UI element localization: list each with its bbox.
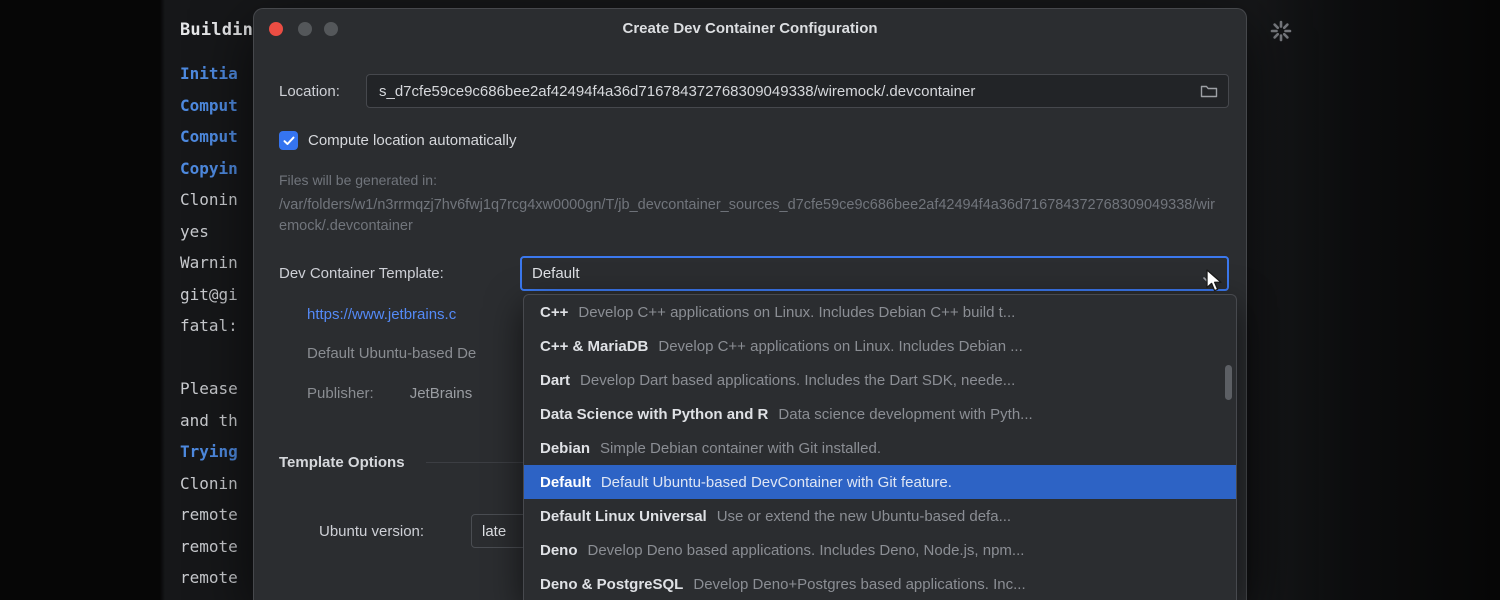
publisher-value: JetBrains: [410, 385, 473, 402]
location-row: Location:: [279, 73, 1229, 109]
console-line: git@gi: [180, 279, 256, 311]
template-option[interactable]: C++ Develop C++ applications on Linux. I…: [524, 295, 1236, 329]
console-line: remote: [180, 499, 256, 531]
console-lines: Initia Comput Comput Copyin Clonin yes W…: [180, 58, 256, 594]
dialog-title: Create Dev Container Configuration: [254, 9, 1246, 49]
location-input[interactable]: [377, 82, 1192, 101]
option-name: Deno & PostgreSQL: [540, 576, 683, 593]
compute-location-row: Compute location automatically: [279, 131, 516, 150]
template-option[interactable]: Deno & PostgreSQL Develop Deno+Postgres …: [524, 567, 1236, 600]
option-desc: Simple Debian container with Git install…: [600, 440, 881, 457]
console-output[interactable]: Buildin Initia Comput Comput Copyin Clon…: [180, 20, 256, 595]
screen: Buildin Initia Comput Comput Copyin Clon…: [0, 0, 1500, 600]
option-name: Default Linux Universal: [540, 508, 707, 525]
generated-note: Files will be generated in:: [279, 172, 437, 188]
option-desc: Develop C++ applications on Linux. Inclu…: [578, 304, 1015, 321]
template-row: Dev Container Template: Default: [279, 255, 1229, 291]
option-desc: Develop Dart based applications. Include…: [580, 372, 1015, 389]
option-desc: Develop C++ applications on Linux. Inclu…: [658, 338, 1022, 355]
publisher-label: Publisher:: [307, 385, 374, 402]
console-line: and th: [180, 405, 256, 437]
option-desc: Develop Deno+Postgres based applications…: [693, 576, 1025, 593]
option-name: C++: [540, 304, 568, 321]
option-name: Debian: [540, 440, 590, 457]
option-name: C++ & MariaDB: [540, 338, 648, 355]
option-name: Dart: [540, 372, 570, 389]
console-line: Initia: [180, 58, 256, 90]
console-title: Buildin: [180, 20, 256, 40]
option-name: Deno: [540, 542, 578, 559]
console-line: Trying: [180, 436, 256, 468]
template-option[interactable]: Default Linux Universal Use or extend th…: [524, 499, 1236, 533]
generated-path: /var/folders/w1/n3rrmqzj7hv6fwj1q7rcg4xw…: [279, 195, 1216, 237]
console-line: Clonin: [180, 184, 256, 216]
location-field: [366, 74, 1229, 108]
template-option[interactable]: Deno Develop Deno based applications. In…: [524, 533, 1236, 567]
console-line: Warnin: [180, 247, 256, 279]
dialog-titlebar: Create Dev Container Configuration: [254, 9, 1246, 49]
folder-icon[interactable]: [1200, 84, 1218, 98]
ubuntu-version-value: late: [482, 523, 506, 540]
template-option-selected[interactable]: Default Default Ubuntu-based DevContaine…: [524, 465, 1236, 499]
minimize-button[interactable]: [298, 22, 312, 36]
compute-location-label: Compute location automatically: [308, 132, 516, 149]
option-desc: Use or extend the new Ubuntu-based defa.…: [717, 508, 1011, 525]
template-options-header: Template Options: [279, 454, 405, 471]
console-line: Please: [180, 373, 256, 405]
template-option[interactable]: C++ & MariaDB Develop C++ applications o…: [524, 329, 1236, 363]
console-line: yes: [180, 216, 256, 248]
ubuntu-version-label: Ubuntu version:: [319, 523, 459, 540]
console-line: Comput: [180, 121, 256, 153]
mouse-cursor: [1205, 269, 1227, 298]
template-dropdown-popup: C++ Develop C++ applications on Linux. I…: [523, 294, 1237, 600]
console-line: remote: [180, 562, 256, 594]
option-name: Data Science with Python and R: [540, 406, 768, 423]
compute-location-checkbox[interactable]: [279, 131, 298, 150]
template-selected-value: Default: [532, 265, 1203, 282]
option-desc: Default Ubuntu-based DevContainer with G…: [601, 474, 952, 491]
template-combobox[interactable]: Default: [520, 256, 1229, 291]
loading-spinner-icon: [1269, 19, 1293, 43]
console-line: Clonin: [180, 468, 256, 500]
option-name: Default: [540, 474, 591, 491]
template-option[interactable]: Debian Simple Debian container with Git …: [524, 431, 1236, 465]
template-label: Dev Container Template:: [279, 265, 520, 282]
location-label: Location:: [279, 83, 366, 100]
template-link[interactable]: https://www.jetbrains.c: [307, 306, 456, 323]
option-desc: Data science development with Pyth...: [778, 406, 1032, 423]
template-option[interactable]: Dart Develop Dart based applications. In…: [524, 363, 1236, 397]
close-button[interactable]: [269, 22, 283, 36]
console-line: Comput: [180, 90, 256, 122]
template-publisher: Publisher: JetBrains: [307, 385, 472, 402]
console-line: Copyin: [180, 153, 256, 185]
zoom-button[interactable]: [324, 22, 338, 36]
console-line: [180, 342, 256, 374]
option-desc: Develop Deno based applications. Include…: [588, 542, 1025, 559]
console-line: fatal:: [180, 310, 256, 342]
template-description: Default Ubuntu-based De: [307, 345, 476, 362]
console-line: remote: [180, 531, 256, 563]
template-option[interactable]: Data Science with Python and R Data scie…: [524, 397, 1236, 431]
dropdown-scrollbar-thumb[interactable]: [1225, 365, 1232, 400]
